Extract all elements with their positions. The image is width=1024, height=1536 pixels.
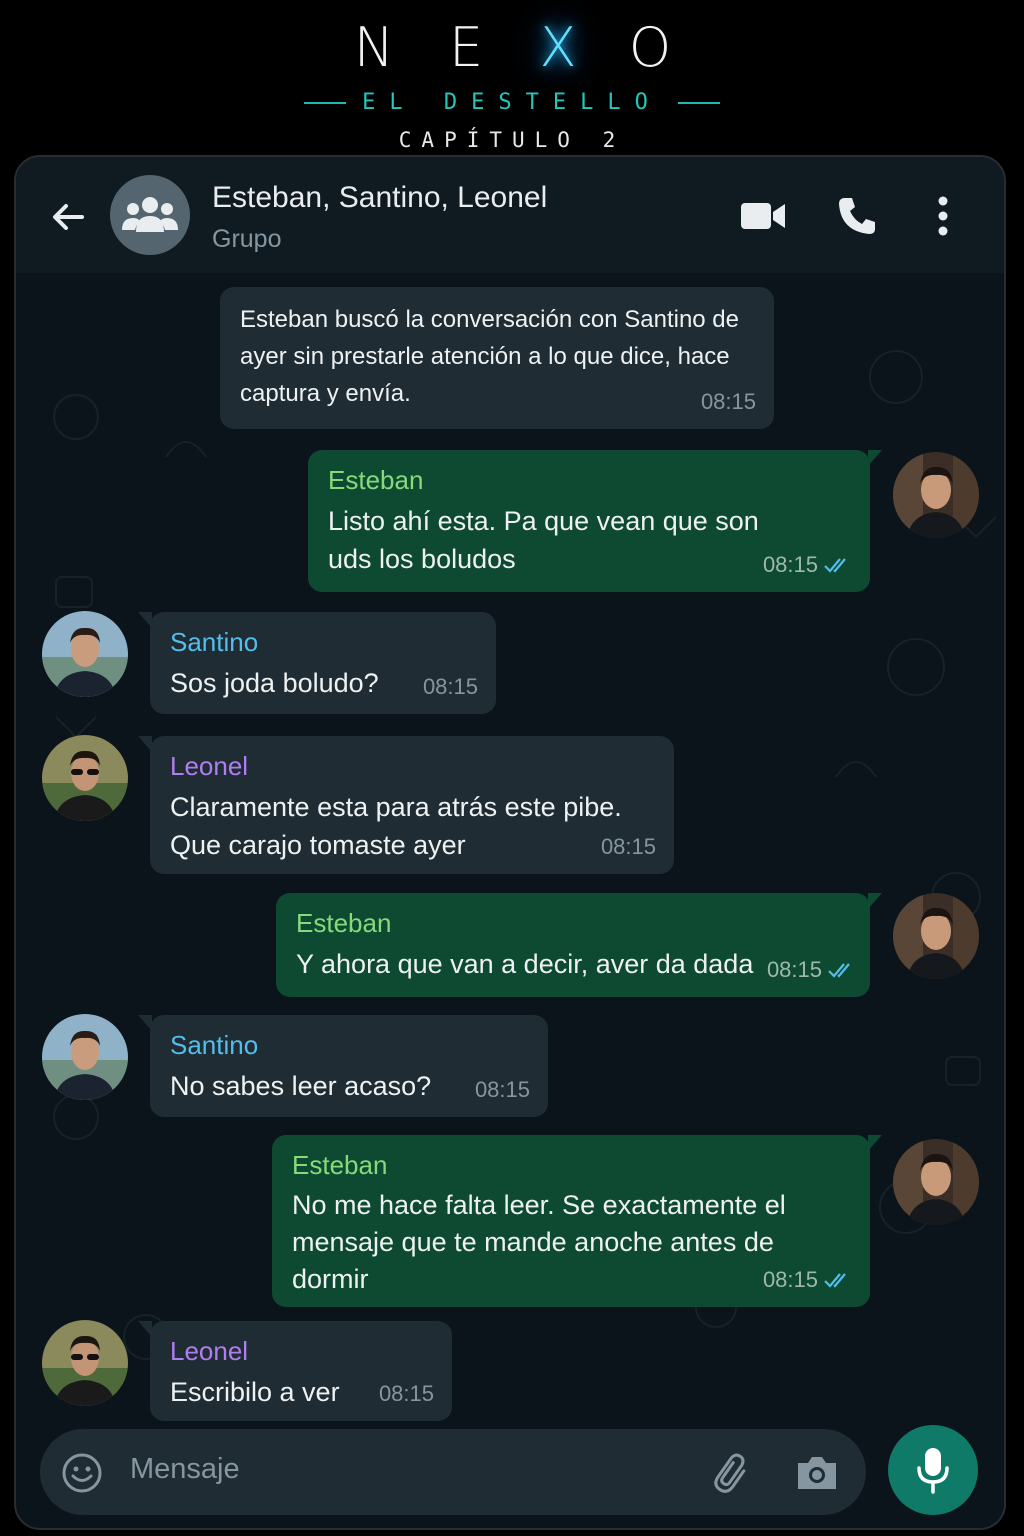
outgoing-message[interactable]: Esteban Y ahora que van a decir, aver da… — [276, 893, 882, 997]
message-text: No me hace falta leer. Se exactamente el… — [292, 1190, 786, 1294]
mic-button[interactable] — [888, 1425, 978, 1515]
read-ticks-icon — [824, 1273, 846, 1288]
chat-window: Esteban, Santino, Leonel Grupo Esteban b… — [14, 155, 1006, 1530]
incoming-message[interactable]: Leonel Escribilo a ver 08:15 — [138, 1321, 452, 1421]
logo-letter-e: E — [448, 16, 484, 79]
subtitle: EL DESTELLO — [362, 90, 662, 115]
message-meta: 08:15 — [767, 957, 856, 983]
bubble-tail — [138, 1015, 152, 1031]
narration-bubble: Esteban buscó la conversación con Santin… — [220, 287, 774, 429]
avatar-santino[interactable] — [42, 611, 128, 697]
message-input-bar[interactable]: Mensaje — [40, 1429, 866, 1515]
subtitle-line-left — [304, 101, 347, 104]
message-text: Esteban buscó la conversación con Santin… — [240, 306, 739, 407]
logo-letter-n: N — [353, 16, 395, 79]
bubble-tail — [868, 893, 882, 909]
outgoing-message[interactable]: Esteban Listo ahí esta. Pa que vean que … — [308, 450, 882, 592]
mic-icon — [917, 1448, 949, 1494]
read-ticks-icon — [828, 963, 850, 978]
chat-header: Esteban, Santino, Leonel Grupo — [16, 157, 1004, 273]
back-arrow-icon[interactable] — [48, 197, 88, 237]
phone-icon[interactable] — [832, 193, 882, 239]
message-time: 08:15 — [378, 1381, 434, 1406]
bubble-tail — [868, 450, 882, 466]
group-icon — [122, 197, 178, 232]
message-time: 08:15 — [700, 389, 756, 414]
message-time: 08:15 — [766, 957, 822, 982]
logo-letter-x: X — [539, 16, 577, 79]
sender-name: Esteban — [292, 1150, 388, 1180]
read-ticks-icon — [824, 558, 846, 573]
logo-nexo: N E X O — [0, 18, 1024, 78]
message-text: Listo ahí esta. Pa que vean que son uds … — [328, 506, 759, 574]
chapter-label: CAPÍTULO 2 — [398, 128, 626, 152]
sender-name: Santino — [170, 1030, 259, 1060]
avatar-esteban[interactable] — [893, 1139, 979, 1225]
subtitle-row: EL DESTELLO — [0, 90, 1024, 115]
title-block: N E X O EL DESTELLO CAPÍTULO 2 — [0, 0, 1024, 156]
bubble-tail — [138, 1321, 152, 1337]
message-time: 08:15 — [762, 1267, 818, 1292]
avatar-leonel[interactable] — [42, 1320, 128, 1406]
bubble-tail — [868, 1135, 882, 1151]
message-time: 08:15 — [474, 1077, 530, 1102]
message-meta: 08:15 — [763, 1267, 852, 1293]
message-time: 08:15 — [600, 834, 656, 859]
bubble-tail — [138, 736, 152, 752]
avatar-esteban[interactable] — [893, 452, 979, 538]
message-input[interactable]: Mensaje — [130, 1453, 240, 1486]
chat-subtitle: Grupo — [212, 225, 282, 253]
incoming-message[interactable]: Santino Sos joda boludo? 08:15 — [138, 612, 496, 714]
sender-name: Leonel — [170, 1336, 249, 1366]
outgoing-message[interactable]: Esteban No me hace falta leer. Se exacta… — [272, 1135, 882, 1307]
sender-name: Esteban — [328, 465, 424, 495]
incoming-message[interactable]: Santino No sabes leer acaso? 08:15 — [138, 1015, 548, 1117]
message-text: Claramente esta para atrás este pibe. Qu… — [170, 792, 622, 860]
attach-icon[interactable] — [710, 1451, 754, 1495]
sender-name: Esteban — [296, 908, 392, 938]
group-avatar[interactable] — [110, 175, 190, 255]
avatar-leonel[interactable] — [42, 735, 128, 821]
sender-name: Santino — [170, 627, 259, 657]
chat-title[interactable]: Esteban, Santino, Leonel — [212, 181, 547, 215]
camera-icon[interactable] — [794, 1451, 840, 1495]
subtitle-line-right — [677, 101, 720, 104]
bubble-tail — [138, 612, 152, 628]
message-time: 08:15 — [762, 552, 818, 577]
avatar-esteban[interactable] — [893, 893, 979, 979]
incoming-message[interactable]: Leonel Claramente esta para atrás este p… — [138, 736, 674, 874]
message-time: 08:15 — [422, 674, 478, 699]
avatar-santino[interactable] — [42, 1014, 128, 1100]
message-meta: 08:15 — [763, 552, 852, 578]
emoji-icon[interactable] — [60, 1451, 104, 1495]
logo-letter-o: O — [628, 16, 672, 79]
video-call-icon[interactable] — [738, 193, 788, 239]
more-vert-icon[interactable] — [918, 193, 968, 239]
sender-name: Leonel — [170, 751, 249, 781]
